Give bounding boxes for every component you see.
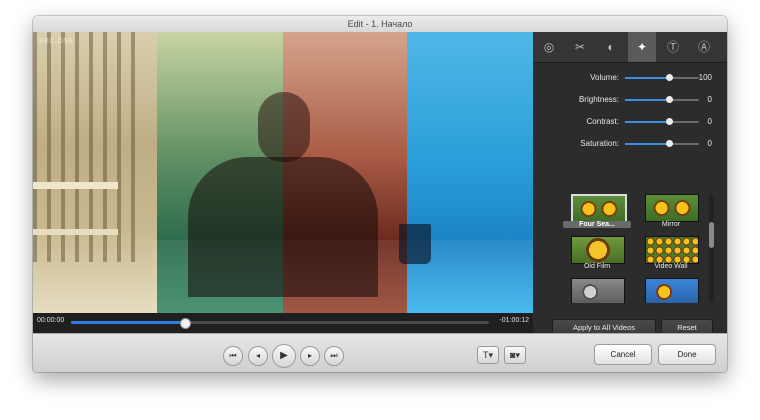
volume-slider-handle[interactable] [666, 74, 674, 81]
text-icon: T▾ [482, 350, 493, 360]
crop-icon: ✂ [574, 40, 586, 54]
step-back-button[interactable]: ◂ [248, 346, 268, 366]
brightness-slider-handle[interactable] [666, 96, 674, 103]
volume-slider-fill [625, 77, 670, 79]
contrast-slider-fill [625, 121, 670, 123]
bottom-toolbar: ⏮ ◂ ▶ ▸ ⏭ T▾ ◙▾ Cancel Done [33, 333, 727, 372]
brightness-label: Brightness: [578, 95, 619, 104]
saturation-slider-handle[interactable] [666, 140, 674, 147]
contrast-label: Contrast: [586, 117, 619, 126]
tab-text[interactable]: Ⓣ [659, 32, 687, 62]
color-wheel-icon: ◎ [543, 40, 555, 54]
effect-thumbnail [645, 236, 699, 264]
exposure-icon: ◐ [607, 40, 615, 54]
effects-grid: Four Sea... Mirror Old Film Video Wall [559, 194, 707, 303]
cup [399, 224, 431, 264]
effect-video-wall[interactable]: Video Wall [637, 236, 705, 276]
saturation-value: 0 [707, 139, 712, 148]
effect-thumbnail [645, 278, 699, 303]
tab-effects[interactable]: ✦ [628, 32, 656, 62]
effect-label: Old Film [583, 263, 611, 270]
saturation-slider[interactable] [625, 140, 699, 147]
text-icon: Ⓣ [666, 40, 679, 54]
effects-scrollbar[interactable] [709, 194, 714, 303]
effect-thumbnail [571, 194, 627, 224]
tab-exposure[interactable]: ◐ [597, 32, 625, 62]
contrast-row: Contrast: 0 [533, 114, 727, 130]
person-body [188, 157, 378, 297]
person-head [258, 92, 310, 162]
tab-font[interactable]: Ⓐ [690, 32, 718, 62]
saturation-label: Saturation: [580, 139, 619, 148]
video-preview[interactable]: BBC ONE [33, 32, 533, 313]
tab-crop[interactable]: ✂ [566, 32, 594, 62]
effect-mirror[interactable]: Mirror [637, 194, 705, 234]
magic-wand-icon: ✦ [636, 40, 648, 54]
font-icon: Ⓐ [697, 40, 710, 54]
skip-forward-icon: ⏭ [330, 351, 338, 360]
tab-color-wheel[interactable]: ◎ [535, 32, 563, 62]
effect-grayscale[interactable] [563, 278, 631, 303]
contrast-slider[interactable] [625, 118, 699, 125]
saturation-row: Saturation: 0 [533, 136, 727, 152]
saturation-slider-fill [625, 143, 670, 145]
volume-row: Volume: 100 [533, 70, 727, 86]
effect-thumbnail [571, 278, 625, 303]
panel-tabs: ◎ ✂ ◐ ✦ Ⓣ Ⓐ [533, 32, 727, 63]
step-forward-icon: ▸ [307, 351, 312, 360]
effects-scrollbar-thumb[interactable] [709, 222, 714, 248]
play-icon: ▶ [280, 350, 288, 361]
effect-thumbnail [645, 194, 699, 222]
camera-icon: ◙▾ [510, 350, 520, 360]
play-button[interactable]: ▶ [272, 344, 296, 368]
effects-panel: ◎ ✂ ◐ ✦ Ⓣ Ⓐ Volume: 100 Brightness: 0 Co… [533, 32, 727, 337]
brightness-slider[interactable] [625, 96, 699, 103]
volume-label: Volume: [590, 73, 619, 82]
volume-value: 100 [698, 73, 712, 82]
effect-label: Four Sea... [563, 221, 631, 228]
person-figure [168, 92, 398, 297]
edit-window: Edit - 1. Начало BBC ONE 00:00:00 -01:00… [33, 16, 727, 372]
step-forward-button[interactable]: ▸ [300, 346, 320, 366]
contrast-value: 0 [707, 117, 712, 126]
previous-clip-button[interactable]: ⏮ [223, 346, 243, 366]
next-clip-button[interactable]: ⏭ [324, 346, 344, 366]
done-button[interactable]: Done [658, 344, 716, 365]
window-title: Edit - 1. Начало [33, 16, 727, 33]
brightness-row: Brightness: 0 [533, 92, 727, 108]
skip-back-icon: ⏮ [229, 351, 237, 360]
step-back-icon: ◂ [255, 351, 260, 360]
bench [33, 182, 118, 235]
cancel-button[interactable]: Cancel [594, 344, 652, 365]
scrubber-handle[interactable] [179, 318, 191, 329]
effect-label: Video Wall [654, 263, 688, 270]
snapshot-menu-button[interactable]: ◙▾ [504, 346, 526, 364]
effect-label: Mirror [661, 221, 681, 228]
volume-slider[interactable] [625, 74, 699, 81]
effect-thumbnail [571, 236, 625, 264]
scrubber-track[interactable] [71, 318, 489, 329]
current-time: 00:00:00 [37, 317, 65, 324]
channel-watermark: BBC ONE [39, 38, 75, 45]
effect-old-film[interactable]: Old Film [563, 236, 631, 276]
brightness-slider-fill [625, 99, 670, 101]
scrubber-progress [71, 321, 184, 324]
brightness-value: 0 [707, 95, 712, 104]
effect-four-seasons[interactable]: Four Sea... [563, 194, 631, 234]
remaining-time: -01:00:12 [499, 317, 529, 324]
text-menu-button[interactable]: T▾ [477, 346, 499, 364]
scrubber-bar: 00:00:00 -01:00:12 [33, 313, 533, 333]
contrast-slider-handle[interactable] [666, 118, 674, 125]
effect-blue-tint[interactable] [637, 278, 705, 303]
